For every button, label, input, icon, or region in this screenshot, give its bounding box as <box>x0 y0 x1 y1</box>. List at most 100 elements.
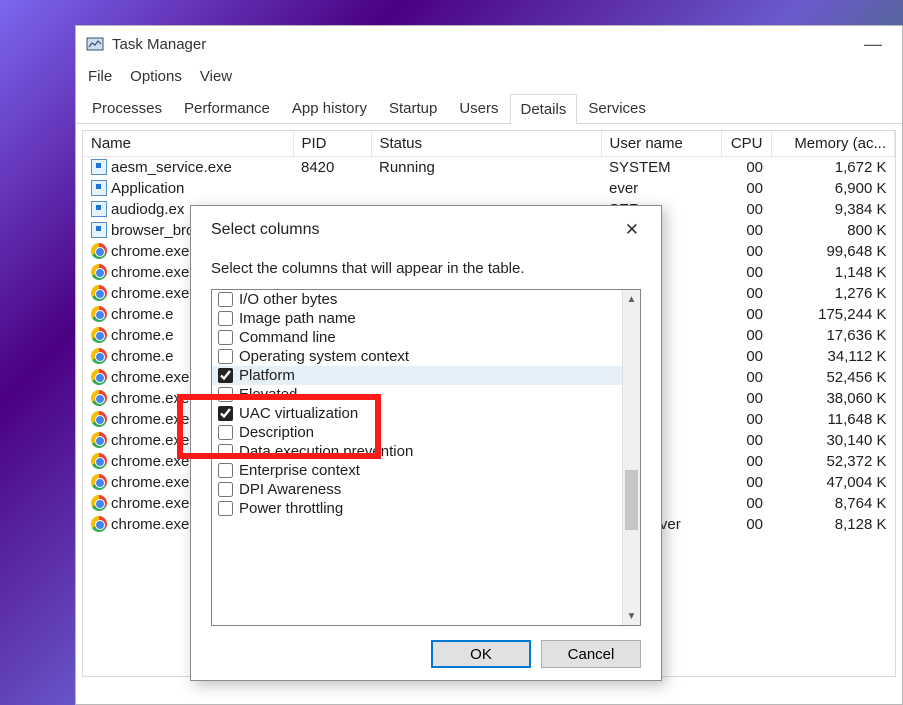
process-memory: 34,112 K <box>771 346 895 367</box>
process-cpu: 00 <box>721 241 771 262</box>
column-option[interactable]: Power throttling <box>212 499 622 518</box>
process-memory: 17,636 K <box>771 325 895 346</box>
table-row[interactable]: Applicationever006,900 K <box>83 178 895 199</box>
process-cpu: 00 <box>721 220 771 241</box>
column-option[interactable]: DPI Awareness <box>212 480 622 499</box>
column-label: Elevated <box>239 386 297 403</box>
column-checkbox[interactable] <box>218 330 233 345</box>
process-name: chrome.exe <box>111 285 189 302</box>
dialog-instruction: Select the columns that will appear in t… <box>211 260 641 277</box>
tab-services[interactable]: Services <box>577 93 657 123</box>
column-option[interactable]: I/O other bytes <box>212 290 622 309</box>
column-label: Power throttling <box>239 500 343 517</box>
column-checkbox[interactable] <box>218 311 233 326</box>
dialog-titlebar: Select columns ✕ <box>191 206 661 250</box>
column-option[interactable]: Description <box>212 423 622 442</box>
tab-startup[interactable]: Startup <box>378 93 448 123</box>
process-cpu: 00 <box>721 472 771 493</box>
column-checkbox[interactable] <box>218 368 233 383</box>
app-generic-icon <box>91 201 107 217</box>
process-name: chrome.exe <box>111 432 189 449</box>
column-option[interactable]: Enterprise context <box>212 461 622 480</box>
column-option[interactable]: Image path name <box>212 309 622 328</box>
columns-listbox[interactable]: I/O other bytesImage path nameCommand li… <box>211 289 641 626</box>
chrome-icon <box>91 369 107 385</box>
col-user[interactable]: User name <box>601 131 721 157</box>
scroll-thumb[interactable] <box>625 470 638 530</box>
process-status: Running <box>371 157 601 179</box>
tab-details[interactable]: Details <box>510 94 578 124</box>
menu-file[interactable]: File <box>88 68 112 85</box>
col-status[interactable]: Status <box>371 131 601 157</box>
process-name: chrome.e <box>111 306 174 323</box>
process-cpu: 00 <box>721 304 771 325</box>
process-cpu: 00 <box>721 493 771 514</box>
column-checkbox[interactable] <box>218 501 233 516</box>
column-option[interactable]: Platform <box>212 366 622 385</box>
cancel-button[interactable]: Cancel <box>541 640 641 668</box>
chrome-icon <box>91 453 107 469</box>
column-checkbox[interactable] <box>218 444 233 459</box>
col-memory[interactable]: Memory (ac... <box>771 131 895 157</box>
process-cpu: 00 <box>721 157 771 179</box>
process-name: chrome.exe <box>111 264 189 281</box>
column-checkbox[interactable] <box>218 425 233 440</box>
scrollbar[interactable]: ▲ ▼ <box>622 290 640 625</box>
process-name: chrome.exe <box>111 453 189 470</box>
menubar: File Options View <box>76 62 902 93</box>
chrome-icon <box>91 264 107 280</box>
process-cpu: 00 <box>721 409 771 430</box>
process-name: Application <box>111 180 184 197</box>
process-memory: 38,060 K <box>771 388 895 409</box>
chrome-icon <box>91 306 107 322</box>
process-cpu: 00 <box>721 367 771 388</box>
chrome-icon <box>91 474 107 490</box>
process-memory: 8,128 K <box>771 514 895 535</box>
column-checkbox[interactable] <box>218 406 233 421</box>
column-option[interactable]: UAC virtualization <box>212 404 622 423</box>
tab-performance[interactable]: Performance <box>173 93 281 123</box>
col-cpu[interactable]: CPU <box>721 131 771 157</box>
process-name: chrome.exe <box>111 516 189 533</box>
chrome-icon <box>91 327 107 343</box>
column-checkbox[interactable] <box>218 482 233 497</box>
scroll-up-arrow[interactable]: ▲ <box>623 290 640 308</box>
close-icon[interactable]: ✕ <box>617 216 647 244</box>
tab-processes[interactable]: Processes <box>81 93 173 123</box>
column-option[interactable]: Data execution prevention <box>212 442 622 461</box>
column-checkbox[interactable] <box>218 292 233 307</box>
chrome-icon <box>91 411 107 427</box>
process-memory: 1,276 K <box>771 283 895 304</box>
column-option[interactable]: Operating system context <box>212 347 622 366</box>
column-checkbox[interactable] <box>218 349 233 364</box>
minimize-icon[interactable]: — <box>854 34 892 55</box>
process-cpu: 00 <box>721 199 771 220</box>
process-cpu: 00 <box>721 451 771 472</box>
column-option[interactable]: Elevated <box>212 385 622 404</box>
tab-app-history[interactable]: App history <box>281 93 378 123</box>
chrome-icon <box>91 495 107 511</box>
menu-options[interactable]: Options <box>130 68 182 85</box>
process-cpu: 00 <box>721 430 771 451</box>
process-name: audiodg.ex <box>111 201 184 218</box>
process-status <box>371 178 601 199</box>
column-label: I/O other bytes <box>239 291 337 308</box>
scroll-down-arrow[interactable]: ▼ <box>623 607 640 625</box>
column-label: Data execution prevention <box>239 443 413 460</box>
table-row[interactable]: aesm_service.exe8420RunningSYSTEM001,672… <box>83 157 895 179</box>
column-checkbox[interactable] <box>218 387 233 402</box>
tab-users[interactable]: Users <box>448 93 509 123</box>
process-cpu: 00 <box>721 283 771 304</box>
column-checkbox[interactable] <box>218 463 233 478</box>
col-pid[interactable]: PID <box>293 131 371 157</box>
process-cpu: 00 <box>721 325 771 346</box>
col-name[interactable]: Name <box>83 131 293 157</box>
chrome-icon <box>91 243 107 259</box>
column-option[interactable]: Command line <box>212 328 622 347</box>
ok-button[interactable]: OK <box>431 640 531 668</box>
menu-view[interactable]: View <box>200 68 232 85</box>
chrome-icon <box>91 285 107 301</box>
window-title: Task Manager <box>112 36 206 53</box>
process-cpu: 00 <box>721 178 771 199</box>
process-memory: 800 K <box>771 220 895 241</box>
